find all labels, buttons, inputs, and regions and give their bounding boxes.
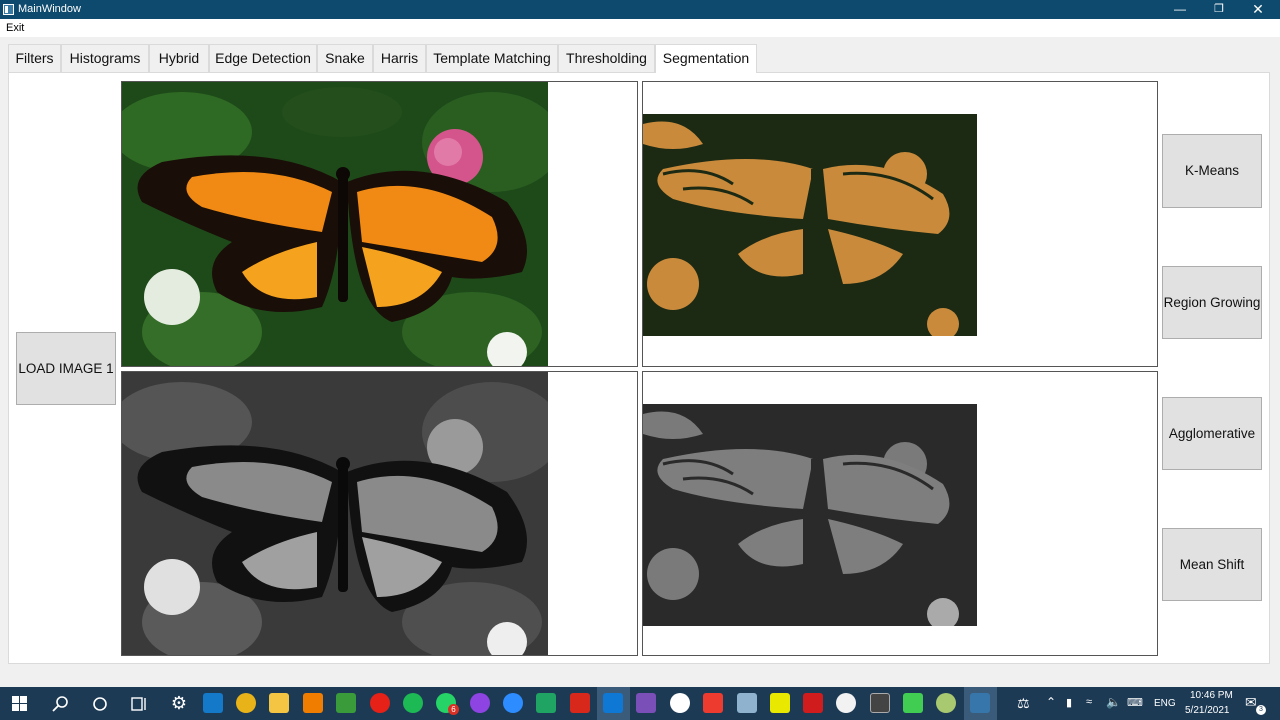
acrobat-icon[interactable]	[570, 693, 590, 713]
visual-studio-icon[interactable]	[636, 693, 656, 713]
close-button[interactable]: ✕	[1238, 0, 1278, 19]
youtube-music-icon[interactable]	[370, 693, 390, 713]
original-image	[122, 82, 548, 366]
tab-filters[interactable]: Filters	[8, 44, 61, 72]
vlc-icon[interactable]	[303, 693, 323, 713]
region-growing-button[interactable]: Region Growing	[1162, 266, 1262, 339]
task-view-icon[interactable]	[130, 695, 148, 713]
menu-bar: Exit	[0, 19, 1280, 37]
snipping-tool-icon[interactable]	[737, 693, 757, 713]
grayscale-image-view	[121, 371, 638, 656]
tab-template-matching[interactable]: Template Matching	[426, 44, 558, 72]
battery-icon[interactable]: ▮	[1066, 696, 1072, 709]
minimize-button[interactable]: —	[1160, 0, 1200, 19]
app-pinwheel-icon[interactable]	[836, 693, 856, 713]
search-icon[interactable]	[52, 695, 70, 713]
clock-date[interactable]: 5/21/2021	[1185, 705, 1230, 716]
python-icon[interactable]	[970, 693, 990, 713]
zoom-icon[interactable]	[503, 693, 523, 713]
tab-edge-detection[interactable]: Edge Detection	[209, 44, 317, 72]
language-indicator[interactable]: ENG	[1154, 698, 1176, 709]
file-explorer-icon[interactable]	[269, 693, 289, 713]
mail-icon[interactable]	[203, 693, 223, 713]
tab-histograms[interactable]: Histograms	[61, 44, 149, 72]
segmented-color-view	[642, 81, 1158, 367]
google-drive-icon[interactable]	[536, 693, 556, 713]
load-image-button[interactable]: LOAD IMAGE 1	[16, 332, 116, 405]
grayscale-image	[122, 372, 548, 655]
people-icon[interactable]: ⚖	[1017, 695, 1030, 712]
app-icon	[3, 4, 14, 15]
menu-exit[interactable]: Exit	[6, 22, 24, 34]
whatsapp-badge: 6	[448, 704, 459, 715]
app-cube-icon[interactable]	[803, 693, 823, 713]
title-bar: MainWindow — ❐ ✕	[0, 0, 1280, 19]
maximize-button[interactable]: ❐	[1199, 0, 1239, 19]
volume-icon[interactable]: 🔈	[1106, 695, 1121, 709]
tab-snake[interactable]: Snake	[317, 44, 373, 72]
app-grid-icon[interactable]	[770, 693, 790, 713]
wifi-icon[interactable]: ≈	[1086, 696, 1092, 708]
windows-start-icon[interactable]	[12, 696, 28, 712]
cortana-icon[interactable]	[91, 695, 109, 713]
chrome-icon[interactable]	[236, 693, 256, 713]
window-title: MainWindow	[18, 3, 81, 15]
qt-creator-icon[interactable]	[903, 693, 923, 713]
keyboard-icon[interactable]: ⌨	[1127, 696, 1143, 709]
app-m-icon[interactable]	[670, 693, 690, 713]
segmented-gray-view	[642, 371, 1158, 656]
clock-time[interactable]: 10:46 PM	[1190, 690, 1233, 701]
tab-segmentation[interactable]: Segmentation	[655, 44, 757, 73]
segmented-color-image	[643, 114, 977, 336]
segmented-gray-image	[643, 404, 977, 626]
original-image-view	[121, 81, 638, 367]
taskbar: ⚙ 6 ⚖ ⌃ ▮ ≈ 🔈 ⌨ ENG 10:46 PM 5/21/2021 ✉…	[0, 687, 1280, 720]
notification-icon[interactable]: ✉	[1245, 694, 1257, 711]
app-brush-icon[interactable]	[936, 693, 956, 713]
notification-count-badge: 3	[1256, 705, 1266, 715]
vscode-icon[interactable]	[603, 693, 623, 713]
agglomerative-button[interactable]: Agglomerative	[1162, 397, 1262, 470]
settings-gear-icon[interactable]: ⚙	[169, 693, 189, 713]
tab-thresholding[interactable]: Thresholding	[558, 44, 655, 72]
mean-shift-button[interactable]: Mean Shift	[1162, 528, 1262, 601]
tab-harris[interactable]: Harris	[373, 44, 426, 72]
terminal-icon[interactable]	[870, 693, 890, 713]
notepad-plus-icon[interactable]	[336, 693, 356, 713]
tab-hybrid[interactable]: Hybrid	[149, 44, 209, 72]
messenger-icon[interactable]	[470, 693, 490, 713]
spotify-icon[interactable]	[403, 693, 423, 713]
chevron-up-icon[interactable]: ⌃	[1046, 695, 1056, 709]
kmeans-button[interactable]: K-Means	[1162, 134, 1262, 208]
app-red-icon[interactable]	[703, 693, 723, 713]
